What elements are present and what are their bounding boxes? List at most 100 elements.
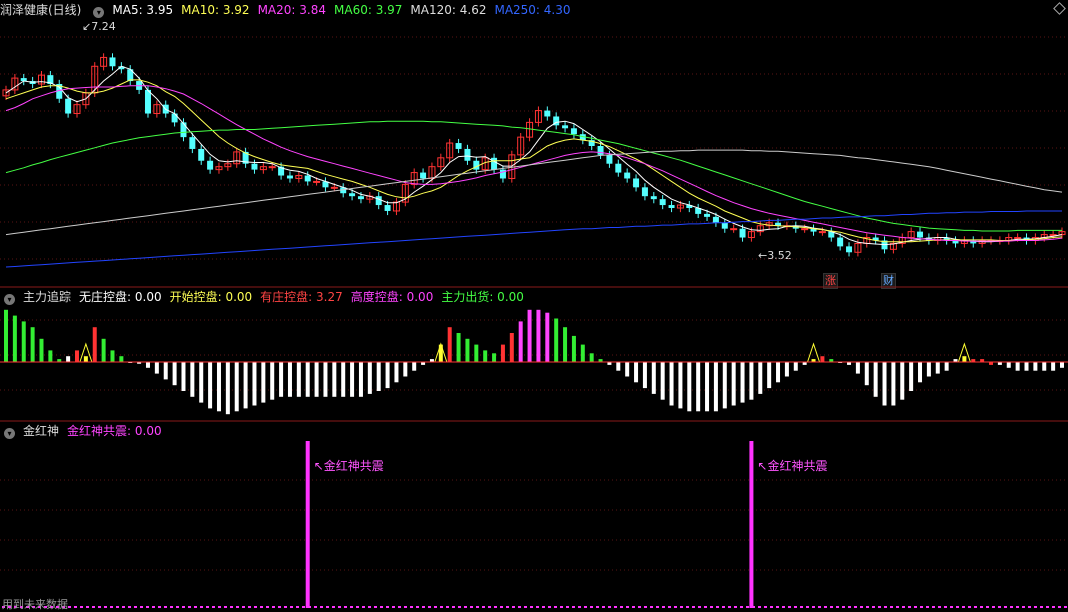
candle-body-68 (606, 154, 613, 164)
indicator1-bar-57 (509, 333, 514, 362)
baseline-dot (104, 606, 107, 608)
indicator1-bar-3 (30, 327, 35, 362)
candle-body-67 (597, 146, 604, 155)
baseline-dot (356, 606, 359, 608)
baseline-dot (938, 606, 941, 608)
baseline-dot (320, 606, 323, 608)
baseline-dot (932, 606, 935, 608)
indicator1-bar-22 (199, 362, 204, 403)
candle-body-20 (180, 122, 187, 138)
baseline-dot (830, 606, 833, 608)
baseline-dot (158, 606, 161, 608)
baseline-dot (164, 606, 167, 608)
indicator1-bar-76 (678, 362, 683, 409)
baseline-dot (128, 606, 131, 608)
baseline-dot (794, 606, 797, 608)
indicator1-bar-21 (190, 362, 195, 397)
baseline-dot (914, 606, 917, 608)
baseline-dot (848, 606, 851, 608)
baseline-dot (854, 606, 857, 608)
baseline-dot (176, 606, 179, 608)
indicator1-bar-12 (110, 350, 115, 362)
indicator1-bar-9 (83, 356, 88, 362)
baseline-dot (92, 606, 95, 608)
baseline-dot (68, 606, 71, 608)
baseline-dot (602, 606, 605, 608)
indicator1-bar-51 (456, 333, 461, 362)
baseline-dot (464, 606, 467, 608)
baseline-dot (332, 606, 335, 608)
baseline-dot (842, 606, 845, 608)
baseline-dot (956, 606, 959, 608)
candle-body-7 (65, 98, 72, 114)
baseline-dot (386, 606, 389, 608)
baseline-dot (74, 606, 77, 608)
baseline-dot (596, 606, 599, 608)
baseline-dot (1016, 606, 1019, 608)
baseline-dot (272, 606, 275, 608)
candle-body-95 (846, 246, 853, 253)
baseline-dot (326, 606, 329, 608)
candle-body-82 (730, 228, 738, 231)
baseline-dot (116, 606, 119, 608)
candle-body-74 (659, 199, 666, 206)
baseline-dot (578, 606, 581, 608)
baseline-dot (146, 606, 149, 608)
indicator1-bar-54 (483, 350, 488, 362)
baseline-dot (284, 606, 287, 608)
candle-body-70 (624, 172, 631, 179)
indicator1-bar-86 (767, 362, 772, 389)
baseline-dot (338, 606, 341, 608)
baseline-dot (260, 606, 263, 608)
baseline-dot (218, 606, 221, 608)
candle-body-12 (109, 57, 116, 67)
indicator1-bar-24 (216, 362, 221, 412)
baseline-dot (290, 606, 293, 608)
baseline-dot (242, 606, 245, 608)
indicator1-bar-19 (172, 362, 177, 386)
indicator1-bar-82 (731, 362, 736, 406)
indicator1-bar-88 (784, 362, 789, 377)
baseline-dot (920, 606, 923, 608)
signal-label-1: ↖金红神共震 (757, 458, 827, 473)
baseline-dot (770, 606, 773, 608)
indicator1-bar-40 (358, 362, 363, 397)
indicator1-bar-92 (820, 356, 825, 362)
baseline-dot (506, 606, 509, 608)
candle-body-23 (207, 160, 214, 170)
candle-body-79 (704, 213, 711, 217)
baseline-dot (968, 606, 971, 608)
baseline-dot (662, 606, 665, 608)
baseline-dot (482, 606, 485, 608)
indicator1-bar-5 (48, 350, 53, 362)
baseline-dot (788, 606, 791, 608)
baseline-dot (974, 606, 977, 608)
indicator1-bar-45 (403, 362, 408, 377)
baseline-dot (500, 606, 503, 608)
baseline-dot (524, 606, 527, 608)
indicator1-bar-84 (749, 362, 754, 400)
baseline-dot (632, 606, 635, 608)
candle-body-51 (455, 143, 462, 149)
baseline-dot (398, 606, 401, 608)
indicator1-bar-116 (1033, 362, 1038, 371)
baseline-dot (614, 606, 617, 608)
indicator1-bar-35 (314, 362, 319, 397)
indicator1-bar-52 (465, 338, 470, 362)
candle-body-37 (330, 186, 338, 189)
candle-body-35 (313, 180, 321, 183)
indicator1-bar-103 (918, 362, 923, 383)
indicator1-bar-102 (909, 362, 914, 391)
baseline-dot (152, 606, 155, 608)
indicator1-bar-0 (4, 309, 8, 362)
candle-body-90 (801, 228, 809, 231)
candle-body-81 (721, 222, 728, 229)
baseline-dot (1064, 606, 1067, 608)
baseline-dot (476, 606, 479, 608)
candle-body-32 (286, 175, 293, 179)
indicator1-bar-10 (92, 327, 97, 362)
indicator1-bar-63 (563, 327, 568, 362)
signal-bar-0 (305, 441, 310, 608)
indicator1-bar-11 (101, 338, 106, 362)
baseline-dot (278, 606, 281, 608)
